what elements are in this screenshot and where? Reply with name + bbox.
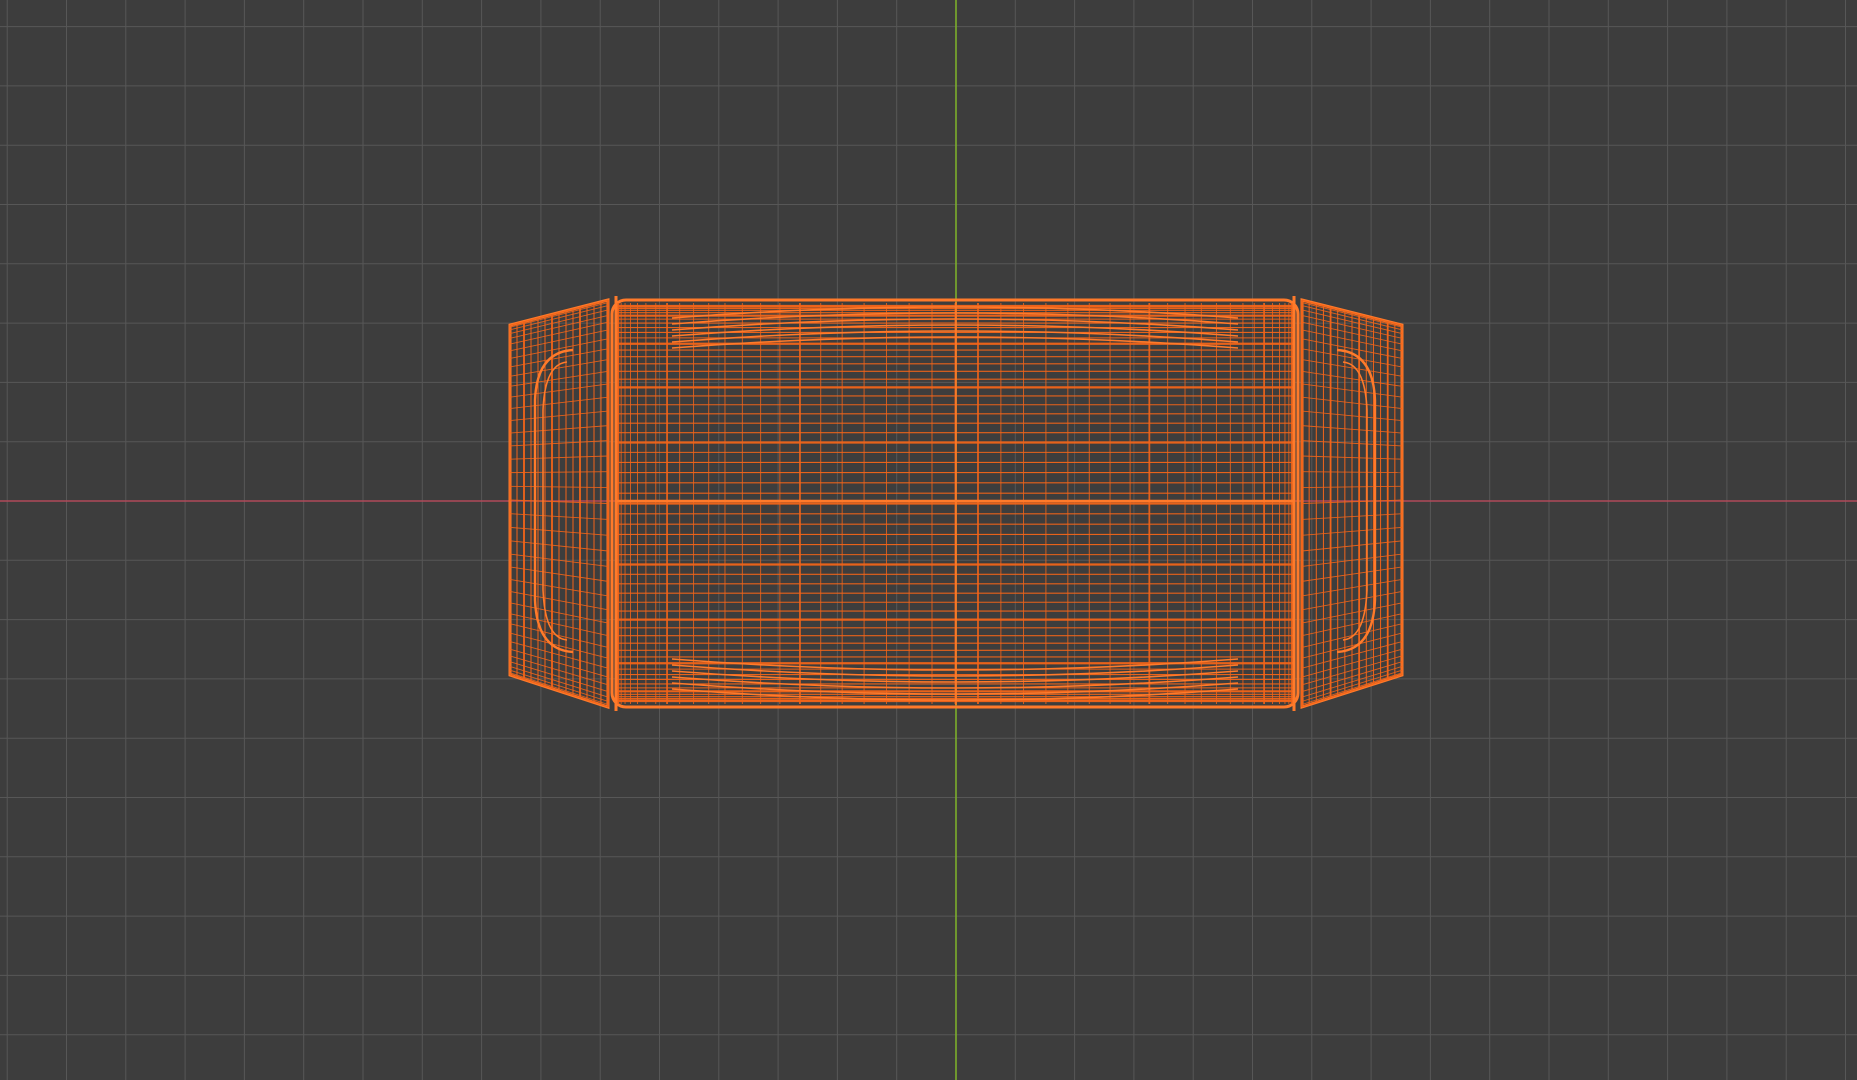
mesh-end-cap-right: [1292, 296, 1404, 711]
selected-mesh-wireframe[interactable]: [508, 296, 1404, 711]
floor-grid: [0, 0, 1857, 1080]
viewport-canvas[interactable]: [0, 0, 1857, 1080]
3d-viewport[interactable]: [0, 0, 1857, 1080]
